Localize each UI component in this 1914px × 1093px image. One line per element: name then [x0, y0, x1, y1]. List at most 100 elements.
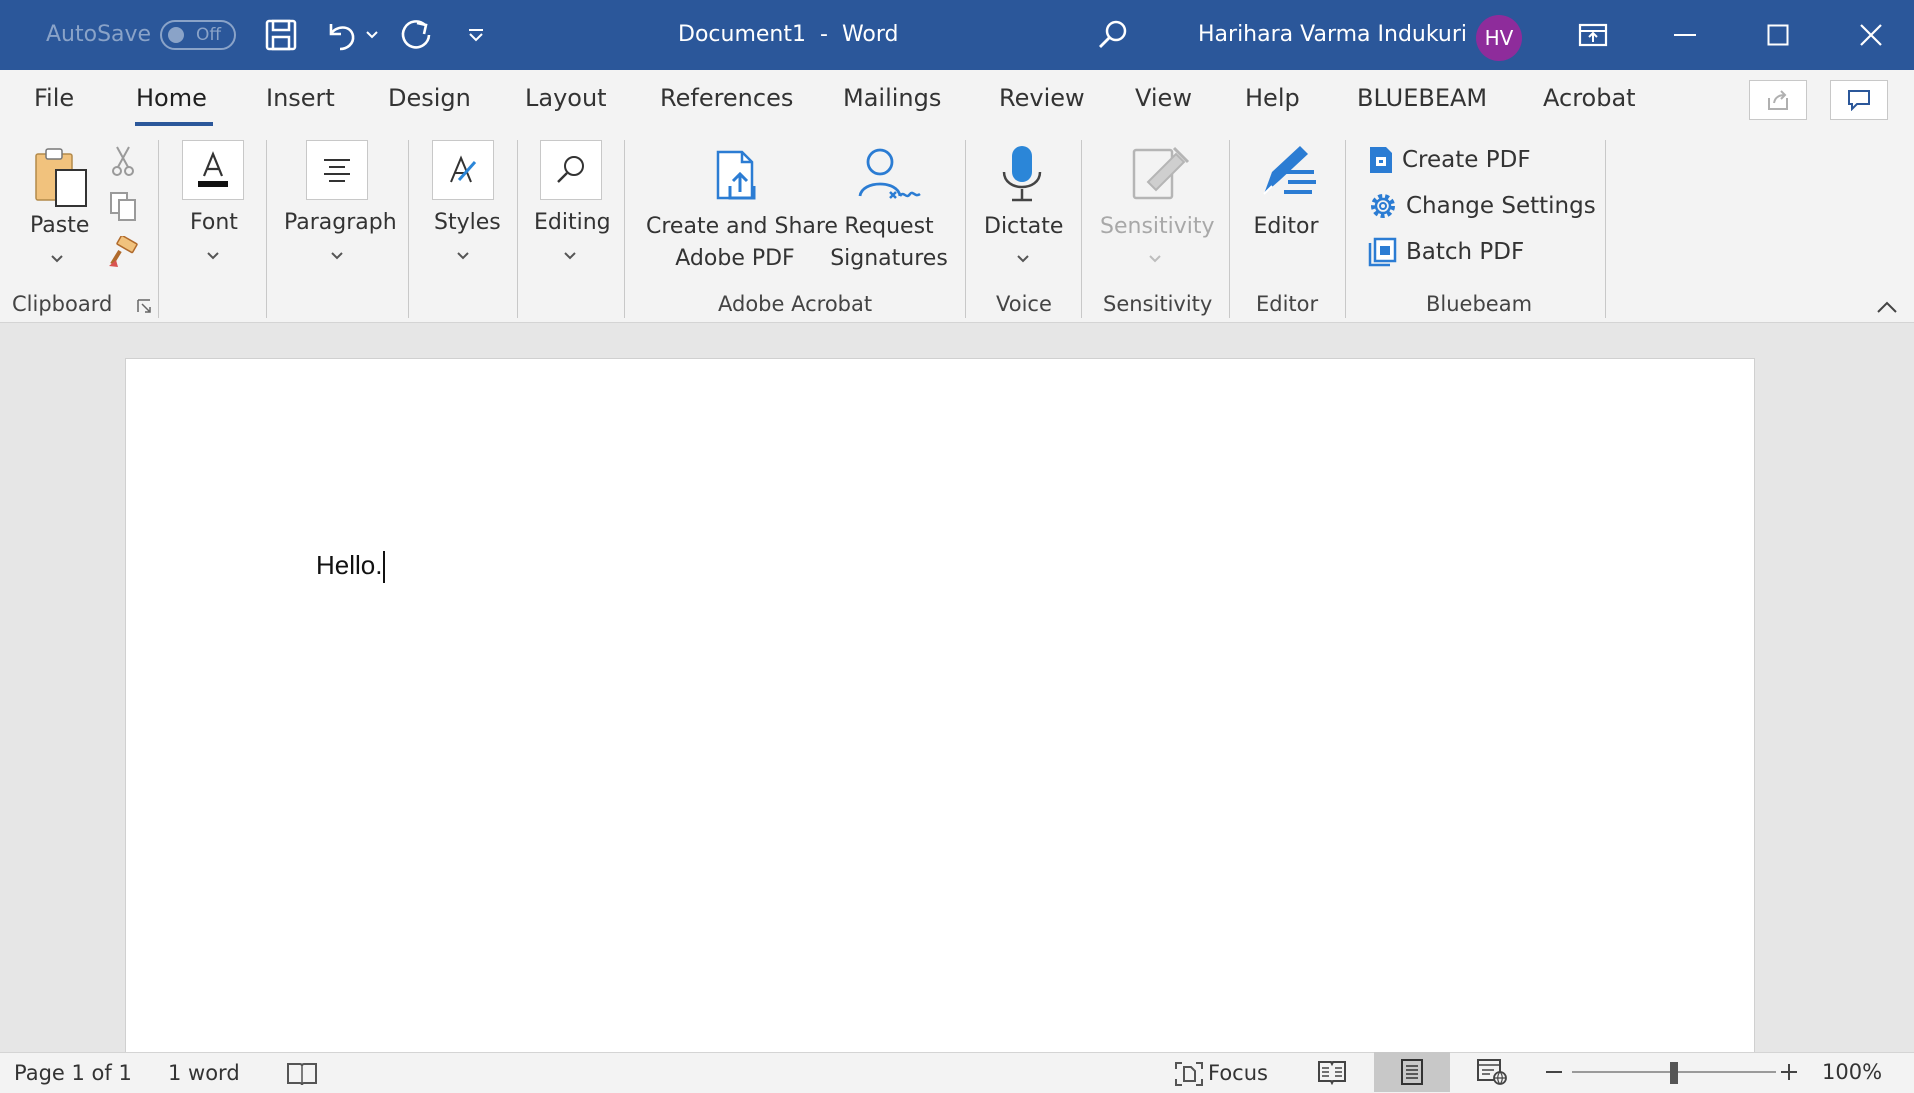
- toggle-knob: [168, 27, 184, 43]
- batch-pdf-icon: [1368, 237, 1397, 267]
- paragraph-button-label[interactable]: Paragraph: [284, 210, 397, 235]
- sensitivity-icon[interactable]: [1130, 142, 1190, 202]
- find-icon: [557, 156, 584, 183]
- format-painter-icon[interactable]: [106, 236, 140, 270]
- tab-home[interactable]: Home: [136, 84, 207, 112]
- dictate-dropdown-icon[interactable]: [1015, 254, 1031, 264]
- editing-button-label[interactable]: Editing: [534, 210, 611, 235]
- autosave-state: Off: [196, 25, 222, 45]
- minimize-icon[interactable]: [1664, 14, 1706, 56]
- adobe-acrobat-group-label: Adobe Acrobat: [718, 292, 873, 316]
- tab-file[interactable]: File: [34, 84, 74, 112]
- editing-dropdown-icon[interactable]: [562, 251, 578, 261]
- tab-acrobat[interactable]: Acrobat: [1543, 84, 1636, 112]
- tab-design[interactable]: Design: [388, 84, 471, 112]
- group-separator: [1081, 140, 1082, 318]
- ribbon-tab-bar: File Home Insert Design Layout Reference…: [0, 70, 1914, 136]
- font-dropdown-icon[interactable]: [205, 251, 221, 261]
- sensitivity-button-label[interactable]: Sensitivity: [1100, 214, 1215, 239]
- ribbon-display-options-icon[interactable]: [1572, 14, 1614, 56]
- zoom-out-icon[interactable]: [1545, 1070, 1563, 1074]
- customize-toolbar-icon[interactable]: [455, 14, 497, 56]
- group-separator: [624, 140, 625, 318]
- tab-review[interactable]: Review: [999, 84, 1085, 112]
- group-separator: [266, 140, 267, 318]
- request-signatures-label-line2[interactable]: Signatures: [830, 246, 948, 271]
- tab-help[interactable]: Help: [1245, 84, 1300, 112]
- styles-dropdown-icon[interactable]: [455, 251, 471, 261]
- group-separator: [965, 140, 966, 318]
- autosave-toggle[interactable]: Off: [160, 20, 236, 50]
- dictate-button-label[interactable]: Dictate: [984, 214, 1063, 239]
- editor-button-label[interactable]: Editor: [1244, 214, 1328, 239]
- editing-button[interactable]: [540, 140, 602, 200]
- tab-mailings[interactable]: Mailings: [843, 84, 941, 112]
- font-button[interactable]: [182, 140, 244, 200]
- maximize-icon[interactable]: [1757, 14, 1799, 56]
- styles-button[interactable]: [432, 140, 494, 200]
- paragraph-dropdown-icon[interactable]: [329, 251, 345, 261]
- create-pdf-button[interactable]: Create PDF: [1368, 140, 1531, 180]
- search-icon[interactable]: [1092, 14, 1134, 56]
- tab-references[interactable]: References: [660, 84, 793, 112]
- change-settings-button[interactable]: Change Settings: [1368, 186, 1596, 226]
- print-layout-view-button[interactable]: [1374, 1052, 1450, 1092]
- document-page[interactable]: [125, 358, 1755, 1058]
- comments-button[interactable]: [1830, 80, 1888, 120]
- group-separator: [517, 140, 518, 318]
- active-tab-indicator: [135, 122, 213, 126]
- editor-group-label: Editor: [1256, 292, 1319, 316]
- word-count[interactable]: 1 word: [168, 1053, 240, 1093]
- redo-icon[interactable]: [396, 14, 438, 56]
- read-mode-view-button[interactable]: [1294, 1052, 1370, 1092]
- request-signatures-icon[interactable]: [856, 144, 922, 204]
- print-layout-icon: [1401, 1059, 1423, 1085]
- request-signatures-label-line1[interactable]: Request: [830, 214, 948, 239]
- align-text-icon: [324, 159, 350, 182]
- tab-insert[interactable]: Insert: [266, 84, 335, 112]
- group-separator: [1229, 140, 1230, 318]
- share-button[interactable]: [1749, 80, 1807, 120]
- paragraph-button[interactable]: [306, 140, 368, 200]
- avatar[interactable]: HV: [1476, 15, 1522, 61]
- tab-layout[interactable]: Layout: [525, 84, 607, 112]
- close-icon[interactable]: [1850, 14, 1892, 56]
- focus-icon[interactable]: [1174, 1061, 1204, 1087]
- document-title: Document1 - Word: [678, 22, 899, 47]
- collapse-ribbon-icon[interactable]: [1876, 300, 1898, 314]
- dialog-launcher-icon[interactable]: [136, 298, 152, 314]
- styles-button-label[interactable]: Styles: [434, 210, 501, 235]
- undo-dropdown-icon[interactable]: [358, 14, 386, 56]
- paste-button-label[interactable]: Paste: [30, 213, 89, 238]
- clipboard-group-label: Clipboard: [12, 292, 113, 316]
- cut-icon[interactable]: [110, 145, 136, 177]
- pdf-document-icon: [1370, 147, 1392, 173]
- document-body-text[interactable]: Hello.: [316, 550, 386, 584]
- save-icon[interactable]: [260, 14, 302, 56]
- proofing-book-icon[interactable]: [286, 1061, 318, 1087]
- font-button-label[interactable]: Font: [190, 210, 238, 235]
- batch-pdf-button[interactable]: Batch PDF: [1368, 232, 1524, 272]
- sensitivity-dropdown-icon[interactable]: [1147, 254, 1163, 264]
- create-pdf-acrobat-icon[interactable]: [710, 148, 766, 204]
- zoom-in-icon[interactable]: [1780, 1063, 1798, 1081]
- create-share-pdf-label-line2[interactable]: Adobe PDF: [646, 246, 824, 271]
- gear-icon: [1371, 194, 1395, 218]
- group-separator: [1605, 140, 1606, 318]
- undo-icon[interactable]: [320, 14, 362, 56]
- page-count[interactable]: Page 1 of 1: [14, 1053, 132, 1093]
- paste-dropdown-icon[interactable]: [49, 254, 65, 264]
- microphone-icon[interactable]: [998, 144, 1046, 204]
- voice-group-label: Voice: [996, 292, 1052, 316]
- zoom-level[interactable]: 100%: [1822, 1052, 1882, 1092]
- copy-icon[interactable]: [108, 191, 138, 223]
- web-layout-view-button[interactable]: [1454, 1052, 1530, 1092]
- group-separator: [1345, 140, 1346, 318]
- create-share-pdf-label-line1[interactable]: Create and Share: [646, 214, 838, 239]
- editor-icon[interactable]: [1254, 142, 1320, 204]
- tab-view[interactable]: View: [1135, 84, 1192, 112]
- paste-icon[interactable]: [30, 146, 90, 208]
- focus-label[interactable]: Focus: [1208, 1053, 1268, 1093]
- zoom-slider-thumb[interactable]: [1670, 1062, 1678, 1084]
- tab-bluebeam[interactable]: BLUEBEAM: [1357, 84, 1487, 112]
